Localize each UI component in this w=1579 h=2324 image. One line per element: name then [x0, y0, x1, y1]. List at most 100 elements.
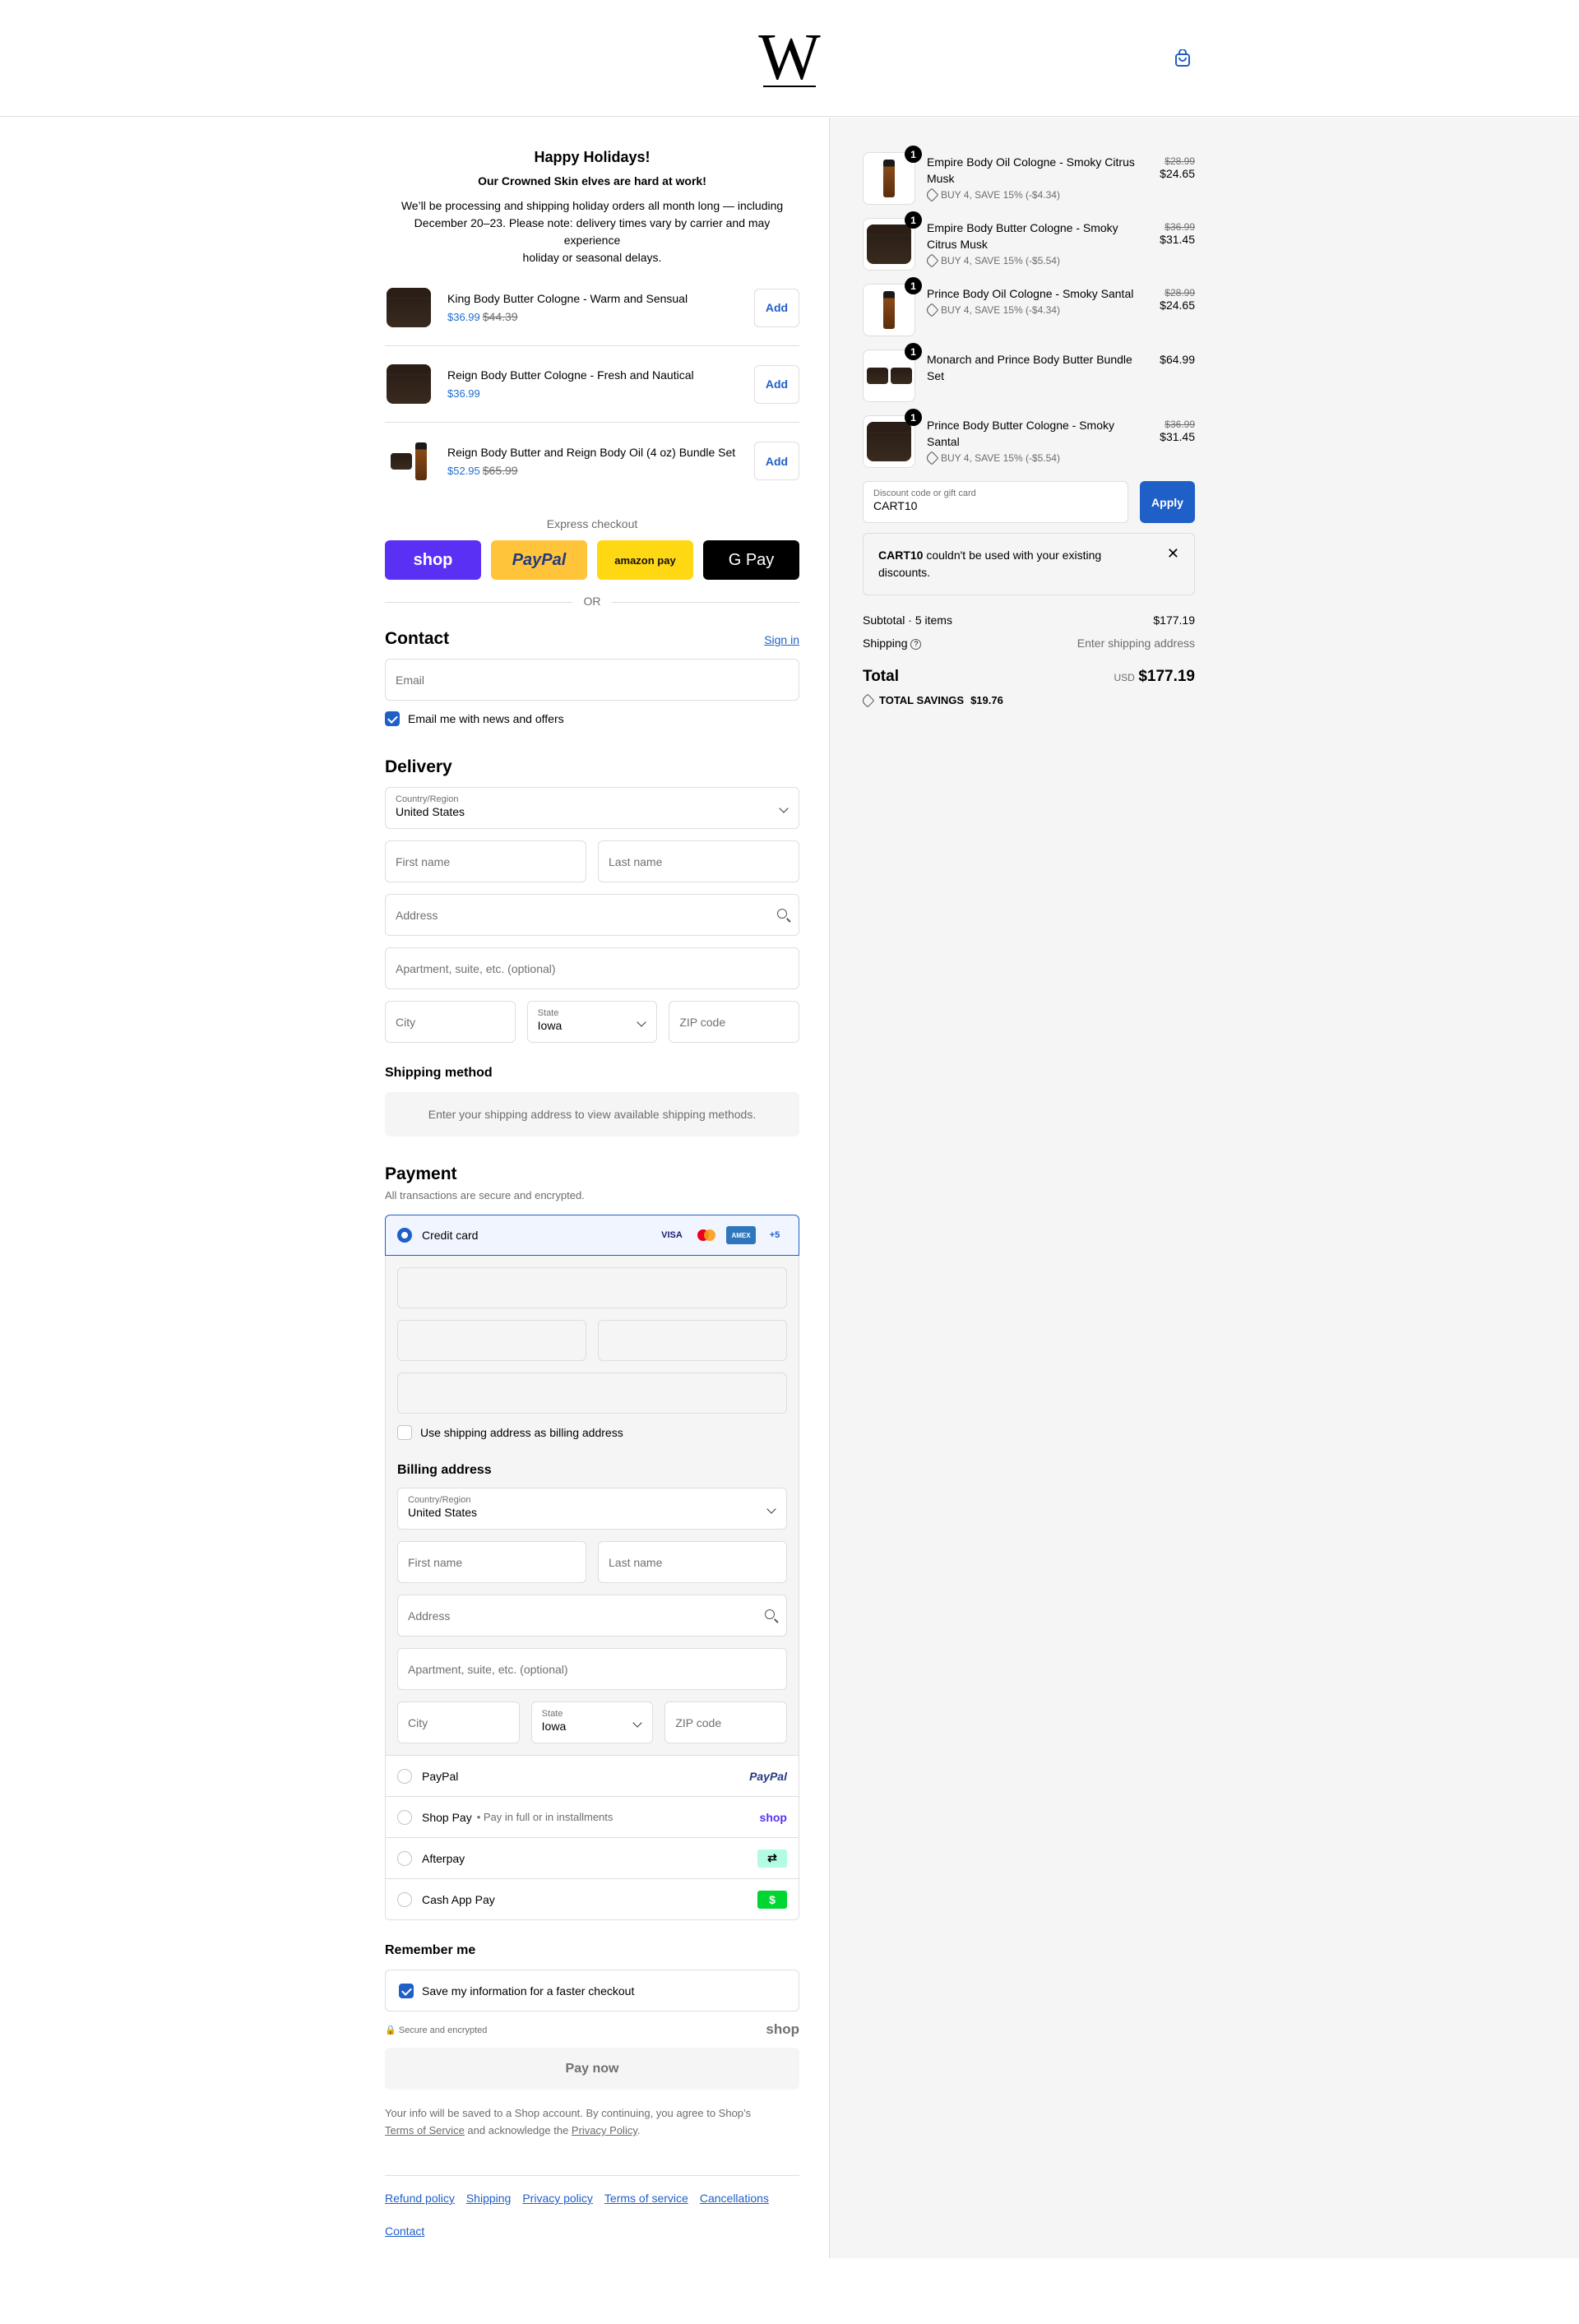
- afterpay-option[interactable]: Afterpay ⇄: [386, 1837, 799, 1878]
- city-field[interactable]: City: [385, 1001, 516, 1043]
- contact-title: Contact: [385, 629, 450, 648]
- add-upsell-button[interactable]: Add: [754, 288, 799, 327]
- payment-title: Payment: [385, 1164, 457, 1183]
- upsell-name: Reign Body Butter and Reign Body Oil (4 …: [447, 445, 736, 459]
- upsell-item: Reign Body Butter and Reign Body Oil (4 …: [385, 423, 799, 499]
- cash-app-radio[interactable]: [397, 1891, 412, 1907]
- news-checkbox[interactable]: [385, 711, 400, 726]
- save-info-checkbox[interactable]: [399, 1983, 414, 1998]
- delivery-title: Delivery: [385, 757, 452, 776]
- cart-item-name: Empire Body Butter Cologne - Smoky Citru…: [927, 221, 1118, 251]
- billing-city-field[interactable]: City: [397, 1701, 520, 1743]
- paypal-radio[interactable]: [397, 1768, 412, 1784]
- terms-link[interactable]: Terms of Service: [385, 2124, 465, 2137]
- cart-item: 1 Monarch and Prince Body Butter Bundle S…: [863, 343, 1195, 402]
- help-icon[interactable]: ?: [910, 638, 922, 650]
- close-icon[interactable]: ✕: [1167, 545, 1179, 562]
- holiday-subtitle: Our Crowned Skin elves are hard at work!: [478, 174, 706, 187]
- country-select[interactable]: Country/Region United States: [385, 787, 799, 829]
- credit-card-form: Use shipping address as billing address …: [385, 1256, 799, 1755]
- billing-last-name-field[interactable]: Last name: [598, 1541, 787, 1583]
- cash-app-option[interactable]: Cash App Pay $: [386, 1878, 799, 1919]
- search-icon: [777, 909, 787, 919]
- tag-icon: [924, 187, 939, 202]
- zip-field[interactable]: ZIP code: [669, 1001, 800, 1043]
- last-name-field[interactable]: Last name: [598, 840, 799, 882]
- site-header: W: [0, 0, 1579, 117]
- card-expiry-field[interactable]: [397, 1320, 586, 1361]
- search-icon: [765, 1609, 775, 1619]
- news-label: Email me with news and offers: [408, 712, 564, 725]
- cart-item-price: $24.65: [1160, 299, 1195, 312]
- cart-items: 1 Empire Body Oil Cologne - Smoky Citrus …: [863, 146, 1195, 468]
- footer-links: Refund policy Shipping Privacy policy Te…: [385, 2175, 799, 2242]
- shop-pay-option[interactable]: Shop Pay • Pay in full or in installments…: [386, 1796, 799, 1837]
- billing-state-select[interactable]: State Iowa: [530, 1701, 654, 1743]
- privacy-link[interactable]: Privacy Policy: [572, 2124, 637, 2137]
- credit-card-option[interactable]: Credit card VISA AMEX +5: [385, 1215, 799, 1256]
- pay-now-button[interactable]: Pay now: [385, 2048, 799, 2090]
- product-thumbnail: 1: [863, 146, 922, 205]
- credit-card-radio[interactable]: [397, 1228, 412, 1243]
- billing-address-field[interactable]: Address: [397, 1595, 787, 1637]
- afterpay-radio[interactable]: [397, 1850, 412, 1866]
- discount-field[interactable]: Discount code or gift card CART10: [863, 481, 1128, 523]
- total-label: Total: [863, 668, 899, 685]
- quantity-badge: 1: [905, 277, 922, 294]
- add-upsell-button[interactable]: Add: [754, 442, 799, 480]
- shopping-bag-icon[interactable]: [1174, 49, 1191, 67]
- product-image: [385, 284, 433, 331]
- billing-apartment-field[interactable]: Apartment, suite, etc. (optional): [397, 1648, 787, 1690]
- footer-link[interactable]: Terms of service: [604, 2187, 688, 2209]
- footer-link[interactable]: Shipping: [466, 2187, 512, 2209]
- footer-link[interactable]: Cancellations: [700, 2187, 769, 2209]
- quantity-badge: 1: [905, 146, 922, 163]
- state-select[interactable]: State Iowa: [526, 1001, 658, 1043]
- amazon-pay-button[interactable]: amazon pay: [597, 540, 693, 580]
- paypal-button[interactable]: PayPal: [491, 540, 587, 580]
- billing-zip-field[interactable]: ZIP code: [664, 1701, 788, 1743]
- express-checkout-buttons: shop PayPal amazon pay G Pay: [385, 540, 799, 580]
- shop-pay-button[interactable]: shop: [385, 540, 481, 580]
- add-upsell-button[interactable]: Add: [754, 364, 799, 404]
- email-field[interactable]: Email: [385, 659, 799, 701]
- cart-item-discount: BUY 4, SAVE 15% (-$4.34): [941, 189, 1060, 201]
- apartment-field[interactable]: Apartment, suite, etc. (optional): [385, 947, 799, 989]
- tag-icon: [924, 253, 939, 268]
- quantity-badge: 1: [905, 343, 922, 360]
- billing-same-label: Use shipping address as billing address: [420, 1426, 623, 1439]
- google-pay-button[interactable]: G Pay: [703, 540, 799, 580]
- billing-first-name-field[interactable]: First name: [397, 1541, 586, 1583]
- first-name-field[interactable]: First name: [385, 840, 586, 882]
- footer-link[interactable]: Privacy policy: [522, 2187, 593, 2209]
- brand-logo[interactable]: W: [755, 25, 824, 90]
- product-image: [385, 437, 433, 485]
- visa-icon: VISA: [661, 1230, 683, 1240]
- cart-item-price: $31.45: [1160, 430, 1195, 443]
- footer-link[interactable]: Refund policy: [385, 2187, 455, 2209]
- card-number-field[interactable]: [397, 1267, 787, 1308]
- payment-subtitle: All transactions are secure and encrypte…: [385, 1189, 585, 1201]
- product-thumbnail: 1: [863, 211, 922, 271]
- sign-in-link[interactable]: Sign in: [764, 633, 799, 646]
- legal-text: Your info will be saved to a Shop accoun…: [385, 2107, 752, 2137]
- card-cvv-field[interactable]: [598, 1320, 787, 1361]
- quantity-badge: 1: [905, 211, 922, 229]
- shipping-methods-placeholder: Enter your shipping address to view avai…: [385, 1092, 799, 1137]
- save-info-label: Save my information for a faster checkou…: [422, 1984, 635, 1998]
- upsell-item: King Body Butter Cologne - Warm and Sens…: [385, 270, 799, 346]
- apply-button[interactable]: Apply: [1140, 481, 1195, 523]
- paypal-option[interactable]: PayPal PayPal: [386, 1755, 799, 1796]
- holiday-title: Happy Holidays!: [534, 149, 651, 165]
- shop-pay-radio[interactable]: [397, 1809, 412, 1825]
- billing-country-select[interactable]: Country/Region United States: [397, 1488, 787, 1530]
- tag-icon: [860, 693, 875, 707]
- card-name-field[interactable]: [397, 1373, 787, 1414]
- address-field[interactable]: Address: [385, 894, 799, 936]
- cart-item-old-price: $28.99: [1165, 155, 1195, 167]
- holiday-line: We’ll be processing and shipping holiday…: [401, 199, 784, 212]
- savings-value: $19.76: [970, 694, 1003, 706]
- billing-same-checkbox[interactable]: [397, 1425, 412, 1440]
- footer-link[interactable]: Contact: [385, 2220, 424, 2242]
- tag-icon: [924, 303, 939, 317]
